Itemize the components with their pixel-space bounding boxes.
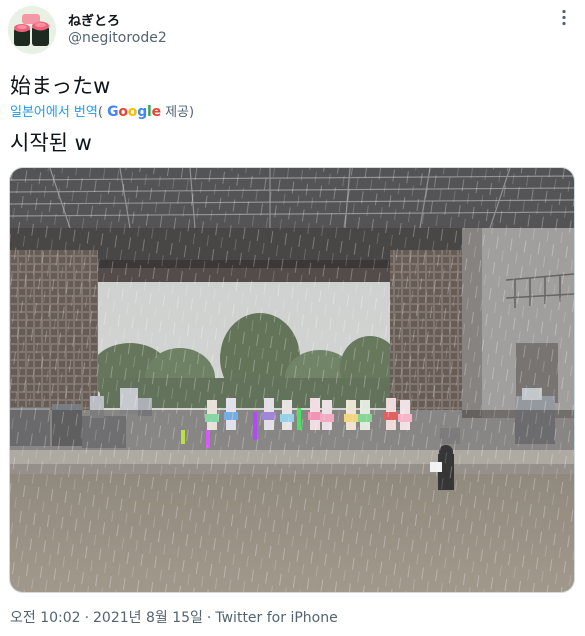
google-letter: o xyxy=(127,104,138,120)
google-letter: G xyxy=(107,104,119,120)
google-letter: g xyxy=(137,104,148,120)
tweet-time[interactable]: 오전 10:02 xyxy=(10,610,81,626)
tweet-text: 始まったw xyxy=(10,74,111,98)
sushi-avatar-icon xyxy=(8,6,56,54)
google-letter: e xyxy=(151,104,162,120)
more-options-button[interactable] xyxy=(552,6,576,30)
provider-suffix: 제공) xyxy=(160,105,195,120)
google-logo: Google xyxy=(107,104,161,120)
separator: · xyxy=(84,610,90,626)
translation-attribution: 일본어에서 번역( Google 제공) xyxy=(10,101,194,120)
translate-link[interactable]: 일본어에서 번역 xyxy=(10,105,98,120)
tweet-date[interactable]: 2021년 8월 15일 xyxy=(93,610,203,626)
tweet-photo[interactable] xyxy=(9,167,575,593)
user-handle[interactable]: @negitorode2 xyxy=(68,30,167,46)
google-letter: o xyxy=(118,104,128,120)
photo-icon xyxy=(10,168,574,592)
more-dots-icon xyxy=(562,9,566,26)
tweet-source[interactable]: Twitter for iPhone xyxy=(215,610,337,626)
display-name[interactable]: ねぎとろ xyxy=(68,10,120,29)
separator: · xyxy=(206,610,212,626)
paren-open: ( xyxy=(97,105,103,120)
translated-text: 시작된 w xyxy=(10,131,92,155)
tweet-metadata: 오전 10:02 · 2021년 8월 15일 · Twitter for iPhone xyxy=(10,607,338,627)
avatar[interactable] xyxy=(8,6,56,54)
google-wordmark: Google xyxy=(107,104,161,120)
